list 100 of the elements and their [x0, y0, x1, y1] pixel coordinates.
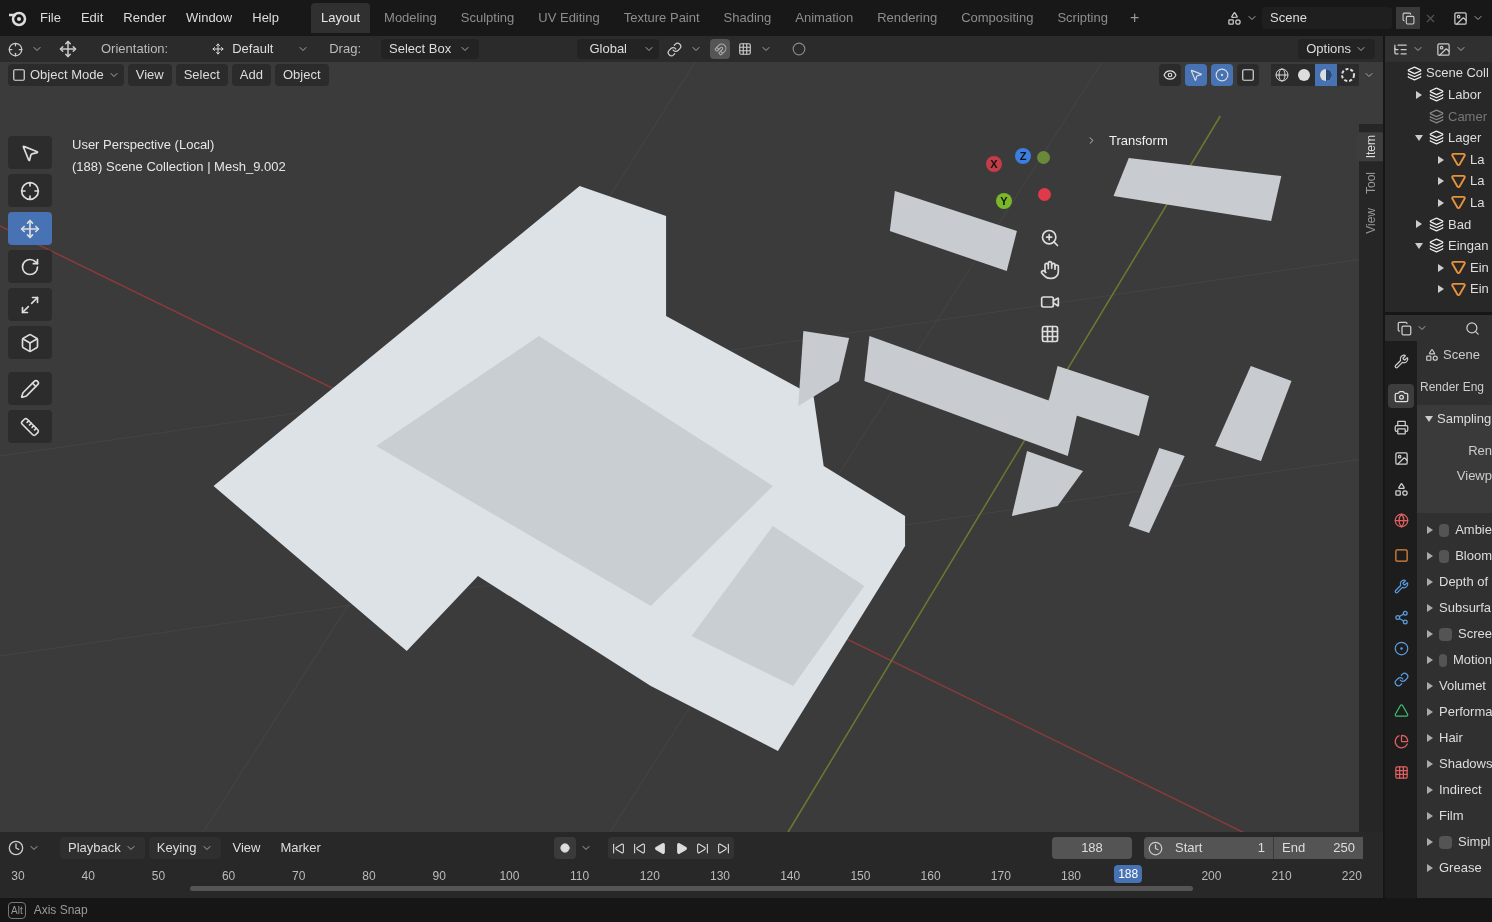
- workspace-tab[interactable]: Shading: [713, 3, 782, 33]
- stopwatch-icon[interactable]: [1148, 840, 1163, 856]
- zoom-icon[interactable]: [1040, 228, 1060, 248]
- checkbox[interactable]: [1439, 835, 1452, 849]
- panel-header[interactable]: Volumet: [1417, 673, 1492, 699]
- checkbox[interactable]: [1439, 627, 1452, 641]
- panel-header[interactable]: Depth of: [1417, 569, 1492, 595]
- panel-header[interactable]: Bloom: [1417, 543, 1492, 569]
- shading-button[interactable]: [1337, 64, 1359, 86]
- workspace-tab[interactable]: Rendering: [867, 3, 948, 33]
- transform-orientation-dropdown[interactable]: Global: [577, 39, 659, 59]
- previous-keyframe-icon[interactable]: [633, 841, 646, 855]
- outliner-item[interactable]: La: [1470, 149, 1485, 170]
- viewport-toggle[interactable]: [1185, 64, 1207, 86]
- tool-button[interactable]: [8, 288, 52, 321]
- viewport-toggle[interactable]: [1159, 64, 1181, 86]
- panel-header[interactable]: Sampling: [1417, 405, 1492, 433]
- workspace-tab[interactable]: Texture Paint: [613, 3, 710, 33]
- options-dropdown[interactable]: Options: [1298, 39, 1375, 59]
- play-icon[interactable]: [675, 841, 688, 855]
- tool-button[interactable]: [8, 250, 52, 283]
- checkbox[interactable]: [1439, 653, 1447, 667]
- tool-button[interactable]: [8, 174, 52, 207]
- expand-arrow-icon[interactable]: [1416, 90, 1422, 99]
- panel-header[interactable]: Performa: [1417, 699, 1492, 725]
- panel-header[interactable]: Scree: [1417, 621, 1492, 647]
- expand-arrow-icon[interactable]: [1416, 220, 1422, 229]
- editor-type-icon[interactable]: [8, 840, 24, 856]
- header-menu[interactable]: Select: [175, 64, 228, 86]
- sidebar-tab[interactable]: Item: [1356, 132, 1383, 162]
- tool-button[interactable]: [8, 326, 52, 359]
- panel-header[interactable]: Indirect: [1417, 777, 1492, 803]
- outliner-item[interactable]: Labor: [1448, 85, 1482, 105]
- record-button[interactable]: [554, 837, 576, 859]
- copy-button[interactable]: [1396, 7, 1420, 29]
- viewport-toggle[interactable]: [1211, 64, 1233, 86]
- display-mode-icon[interactable]: [1393, 41, 1408, 57]
- outliner-item[interactable]: La: [1470, 193, 1485, 213]
- playhead[interactable]: 188: [1114, 865, 1143, 883]
- sidebar-tab[interactable]: Tool: [1356, 169, 1383, 198]
- scene-field[interactable]: Scene: [1262, 7, 1392, 29]
- shading-button[interactable]: [1315, 64, 1337, 86]
- outliner-item[interactable]: La: [1470, 171, 1485, 191]
- jump-start-icon[interactable]: [612, 841, 625, 855]
- workspace-tab[interactable]: Sculpting: [450, 3, 525, 33]
- hand-icon[interactable]: [1040, 260, 1060, 280]
- drag-dropdown[interactable]: Select Box: [381, 39, 479, 59]
- checkbox[interactable]: [1439, 549, 1450, 563]
- tool-button[interactable]: [8, 410, 52, 443]
- panel-header[interactable]: Shadows: [1417, 751, 1492, 777]
- expand-arrow-icon[interactable]: [1438, 263, 1444, 272]
- workspace-tab[interactable]: Modeling: [374, 3, 447, 33]
- menu-item[interactable]: Window: [178, 8, 241, 28]
- panel-header[interactable]: Motion: [1417, 647, 1492, 673]
- expand-arrow-icon[interactable]: [1415, 242, 1423, 249]
- workspace-tab[interactable]: UV Editing: [528, 3, 610, 33]
- timeline-menu[interactable]: Keying: [148, 837, 221, 859]
- header-menu[interactable]: View: [127, 64, 172, 86]
- expand-arrow-icon[interactable]: [1438, 155, 1444, 164]
- search-icon[interactable]: [1465, 320, 1480, 336]
- outliner-item[interactable]: Ein: [1470, 279, 1489, 299]
- menu-item[interactable]: Render: [115, 8, 174, 28]
- tool-button[interactable]: [8, 136, 52, 169]
- sidebar-tab[interactable]: View: [1356, 205, 1383, 238]
- panel-header[interactable]: Subsurfa: [1417, 595, 1492, 621]
- scrollbar[interactable]: [190, 886, 1193, 891]
- current-frame-field[interactable]: 188: [1052, 837, 1132, 859]
- panel-header[interactable]: Hair: [1417, 725, 1492, 751]
- checkbox[interactable]: [1439, 523, 1450, 537]
- menu-item[interactable]: Help: [244, 8, 287, 28]
- outliner-item[interactable]: Lager: [1448, 128, 1482, 148]
- outliner-item[interactable]: Eingan: [1448, 236, 1489, 256]
- outliner-item[interactable]: Ein: [1470, 257, 1489, 278]
- viewport-toggle[interactable]: [1237, 64, 1259, 86]
- panel-header[interactable]: Ambie: [1417, 517, 1492, 543]
- tool-button[interactable]: [8, 372, 52, 405]
- timeline-menu[interactable]: Marker: [272, 837, 329, 859]
- play-reverse-icon[interactable]: [654, 841, 667, 855]
- shading-button[interactable]: [1271, 64, 1293, 86]
- tool-icon[interactable]: [8, 41, 23, 57]
- snap-toggle[interactable]: [710, 39, 730, 59]
- outliner-item[interactable]: Bad: [1448, 214, 1472, 235]
- proportional-icon[interactable]: [792, 42, 806, 56]
- properties-tab[interactable]: [1388, 384, 1414, 408]
- shading-button[interactable]: [1293, 64, 1315, 86]
- panel-header[interactable]: Simpl: [1417, 829, 1492, 855]
- expand-arrow-icon[interactable]: [1415, 135, 1423, 141]
- expand-arrow-icon[interactable]: [1438, 177, 1444, 186]
- panel-header[interactable]: Grease: [1417, 855, 1492, 881]
- menu-item[interactable]: Edit: [72, 8, 112, 28]
- add-workspace-button[interactable]: +: [1121, 6, 1148, 30]
- panel-header[interactable]: Film: [1417, 803, 1492, 829]
- outliner-item[interactable]: Scene Coll: [1426, 63, 1489, 83]
- workspace-tab[interactable]: Compositing: [951, 3, 1044, 33]
- snap-target-icon[interactable]: [738, 42, 752, 56]
- header-menu[interactable]: Add: [231, 64, 271, 86]
- next-keyframe-icon[interactable]: [696, 841, 709, 855]
- timeline-menu[interactable]: View: [224, 837, 269, 859]
- expand-arrow-icon[interactable]: [1438, 285, 1444, 294]
- filter-icon[interactable]: [1436, 41, 1451, 57]
